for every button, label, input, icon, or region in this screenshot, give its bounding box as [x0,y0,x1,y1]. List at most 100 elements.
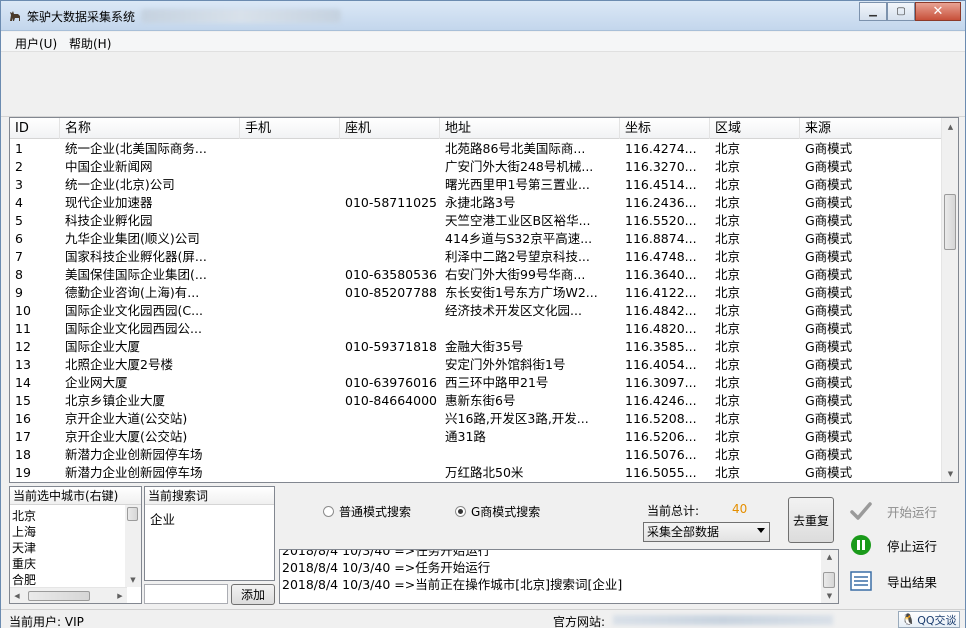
city-item[interactable]: 重庆 [12,556,36,572]
table-row[interactable]: 7 国家科技企业孵化器(屏... 利泽中二路2号望京科技... 116.4748...… [10,248,942,266]
cell-name: 现代企业加速器 [65,195,153,210]
table-row[interactable]: 13 北照企业大厦2号楼 安定门外外馆斜街1号 116.4054... 北京 G商模式 [10,356,942,374]
cell-address: 惠新东街6号 [445,393,516,408]
city-list[interactable]: 北京 上海 天津 重庆 合肥 [12,508,36,588]
log-vertical-scrollbar[interactable]: ▲ ▼ [821,550,838,603]
normal-mode-radio[interactable]: 普通模式搜索 [323,503,411,520]
scroll-thumb[interactable] [944,194,956,250]
city-scroll-down-icon[interactable]: ▼ [125,573,141,587]
city-item[interactable]: 天津 [12,540,36,556]
maximize-button[interactable]: ▢ [887,2,915,21]
log-scroll-thumb[interactable] [823,572,835,588]
table-row[interactable]: 9 德勤企业咨询(上海)有... 010-85207788 东长安街1号东方广场W2.… [10,284,942,302]
city-vertical-scrollbar[interactable]: ▼ [125,505,141,587]
grid-body: 1 统一企业(北美国际商务... 北苑路86号北美国际商... 116.4274...… [10,140,942,482]
cell-mobile [240,410,340,428]
table-row[interactable]: 14 企业网大厦 010-63976016 西三环中路甲21号 116.3097... 北… [10,374,942,392]
log-scroll-up-icon[interactable]: ▲ [821,550,838,564]
menu-help[interactable]: 帮助(H) [69,35,111,52]
table-row[interactable]: 15 北京乡镇企业大厦 010-84664000 惠新东街6号 116.4246... 北… [10,392,942,410]
minimize-button[interactable]: ▁ [859,2,887,21]
log-lines: 2018/8/4 10/3/40 =>任务开始运行 2018/8/4 10/3/4… [282,550,818,593]
log-output[interactable]: 2018/8/4 10/3/40 =>任务开始运行 2018/8/4 10/3/4… [279,549,839,604]
column-header-coordinate[interactable]: 坐标 [620,118,710,139]
stop-button[interactable]: 停止运行 [849,533,937,557]
keyword-input[interactable] [144,584,228,604]
log-scroll-down-icon[interactable]: ▼ [821,589,838,603]
cell-id: 4 [15,195,23,210]
city-scroll-thumb[interactable] [127,507,138,521]
qq-chat-button[interactable]: 🐧 QQ交谈 [898,611,960,628]
table-row[interactable]: 4 现代企业加速器 010-58711025 永捷北路3号 116.2436... 北京 G… [10,194,942,212]
g-mode-radio[interactable]: G商模式搜索 [455,503,540,520]
collect-scope-select[interactable]: 采集全部数据 [643,522,770,542]
column-header-id[interactable]: ID [10,118,60,139]
cell-coordinate: 116.4246... [625,393,697,408]
cell-coordinate: 116.3585... [625,339,697,354]
table-row[interactable]: 1 统一企业(北美国际商务... 北苑路86号北美国际商... 116.4274...… [10,140,942,158]
cell-landline [340,464,440,482]
cell-landline [340,356,440,374]
table-row[interactable]: 6 九华企业集团(顺义)公司 414乡道与S32京平高速... 116.8874...… [10,230,942,248]
scroll-up-arrow-icon[interactable]: ▲ [942,118,958,135]
menu-user[interactable]: 用户(U) [15,35,57,52]
cell-landline: 010-63580536 [345,267,437,282]
cell-id: 8 [15,267,23,282]
city-item[interactable]: 上海 [12,524,36,540]
table-row[interactable]: 8 美国保佳国际企业集团(... 010-63580536 右安门外大街99号华商..… [10,266,942,284]
cell-coordinate: 116.5055... [625,465,697,480]
dedup-button[interactable]: 去重复 [788,497,834,543]
cell-source: G商模式 [805,213,853,228]
city-list-panel[interactable]: 当前选中城市(右键) 北京 上海 天津 重庆 合肥 ▼ ◀ ▶ [9,486,142,604]
grid-vertical-scrollbar[interactable]: ▲ ▼ [941,118,958,482]
city-scroll-right-icon[interactable]: ▶ [113,588,127,603]
table-row[interactable]: 17 京开企业大厦(公交站) 通31路 116.5206... 北京 G商模式 [10,428,942,446]
cell-id: 9 [15,285,23,300]
toolbar-area [1,53,965,117]
radio-checked-icon [455,506,466,517]
app-window: 笨驴大数据采集系统 ▁ ▢ ✕ 用户(U) 帮助(H) ID 名称 手机 座机 … [0,0,966,628]
table-row[interactable]: 19 新潜力企业创新园停车场 万红路北50米 116.5055... 北京 G商模式 [10,464,942,482]
city-item[interactable]: 北京 [12,508,36,524]
table-row[interactable]: 18 新潜力企业创新园停车场 116.5076... 北京 G商模式 [10,446,942,464]
cell-id: 7 [15,249,23,264]
table-row[interactable]: 2 中国企业新闻网 广安门外大街248号机械... 116.3270... 北京 G商模式 [10,158,942,176]
results-grid[interactable]: ID 名称 手机 座机 地址 坐标 区域 来源 1 统一企业(北美国际商务... 北… [9,117,959,483]
column-header-name[interactable]: 名称 [60,118,240,139]
city-item[interactable]: 合肥 [12,572,36,588]
column-header-address[interactable]: 地址 [440,118,620,139]
table-row[interactable]: 5 科技企业孵化园 天竺空港工业区B区裕华... 116.5520... 北京 G商模式 [10,212,942,230]
add-keyword-button[interactable]: 添加 [231,584,275,605]
close-button[interactable]: ✕ [915,2,961,21]
column-header-landline[interactable]: 座机 [340,118,440,139]
cell-coordinate: 116.4842... [625,303,697,318]
cell-area: 北京 [715,231,741,246]
cell-name: 国家科技企业孵化器(屏... [65,249,207,264]
cell-coordinate: 116.8874... [625,231,697,246]
scroll-down-arrow-icon[interactable]: ▼ [942,465,958,482]
table-row[interactable]: 12 国际企业大厦 010-59371818 金融大街35号 116.3585... 北京… [10,338,942,356]
city-horizontal-scrollbar[interactable]: ◀ ▶ [10,587,127,603]
cell-landline [340,176,440,194]
city-scroll-left-icon[interactable]: ◀ [10,588,24,603]
cell-address: 通31路 [445,429,486,444]
city-hscroll-thumb[interactable] [28,591,90,601]
cell-coordinate: 116.3270... [625,159,697,174]
export-button[interactable]: 导出结果 [849,569,937,593]
cell-landline [340,212,440,230]
keyword-panel[interactable]: 当前搜索词 企业 [144,486,275,581]
column-header-source[interactable]: 来源 [800,118,942,139]
cell-id: 10 [15,303,31,318]
table-row[interactable]: 16 京开企业大道(公交站) 兴16路,开发区3路,开发... 116.5208...… [10,410,942,428]
table-row[interactable]: 3 统一企业(北京)公司 曙光西里甲1号第三置业... 116.4514... 北京 G商… [10,176,942,194]
column-header-mobile[interactable]: 手机 [240,118,340,139]
start-button[interactable]: 开始运行 [849,499,937,523]
current-user: 当前用户: VIP [9,615,84,628]
title-bar[interactable]: 笨驴大数据采集系统 ▁ ▢ ✕ [1,1,965,31]
table-row[interactable]: 10 国际企业文化园西园(C... 经济技术开发区文化园... 116.4842...… [10,302,942,320]
cell-area: 北京 [715,393,741,408]
column-header-area[interactable]: 区域 [710,118,800,139]
g-mode-label: G商模式搜索 [471,505,541,519]
table-row[interactable]: 11 国际企业文化园西园公... 116.4820... 北京 G商模式 [10,320,942,338]
keyword-item[interactable]: 企业 [150,509,175,528]
